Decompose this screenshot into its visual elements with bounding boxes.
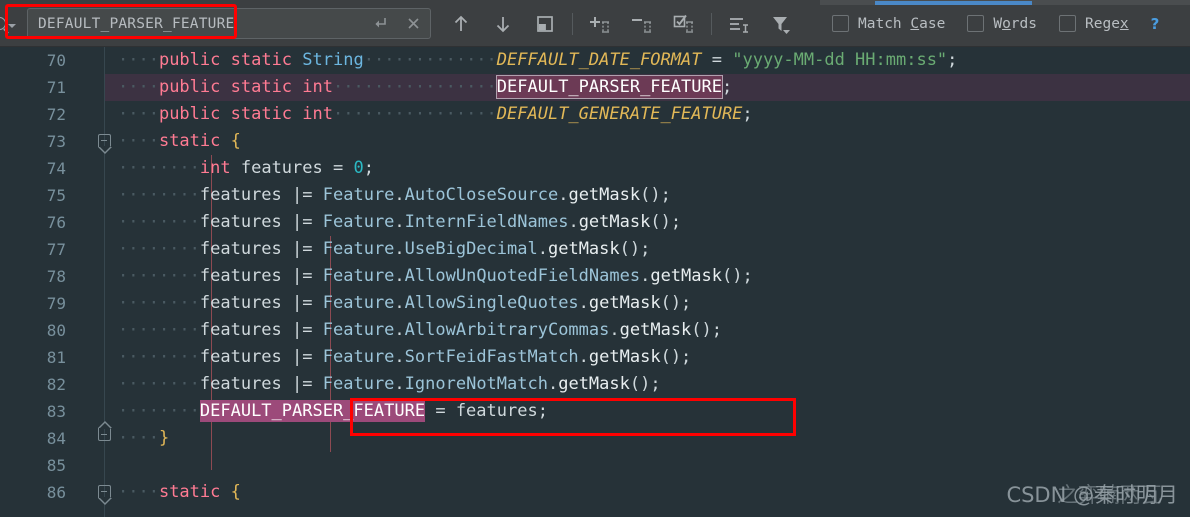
search-icon[interactable] bbox=[0, 12, 27, 34]
words-checkbox[interactable]: Words bbox=[967, 15, 1037, 32]
code-line[interactable] bbox=[105, 452, 1190, 479]
regex-label: Regex bbox=[1085, 15, 1129, 32]
checkbox-box[interactable] bbox=[832, 15, 849, 32]
line-number: 82 bbox=[46, 375, 66, 394]
code-line[interactable]: ········features |= Feature.AllowArbitra… bbox=[105, 317, 1190, 344]
select-all-column-button[interactable] bbox=[663, 0, 705, 47]
chevron-down-icon[interactable] bbox=[8, 24, 16, 28]
line-number-row: 85 bbox=[0, 452, 104, 479]
line-number: 80 bbox=[46, 321, 66, 340]
line-number-row: 79 bbox=[0, 290, 104, 317]
code-line[interactable]: ····public static int················DEF… bbox=[105, 101, 1190, 128]
line-number-row: 84 bbox=[0, 425, 104, 452]
find-toolbar: DEFAULT_PARSER_FEATURE Match Case Words … bbox=[0, 0, 1190, 47]
line-number-row: 81 bbox=[0, 344, 104, 371]
return-arrow-icon[interactable] bbox=[362, 9, 396, 38]
line-number-row: 75 bbox=[0, 182, 104, 209]
code-line[interactable]: ····static { bbox=[105, 128, 1190, 155]
code-line[interactable]: ········features |= Feature.AllowSingleQ… bbox=[105, 290, 1190, 317]
line-number-row: 80 bbox=[0, 317, 104, 344]
magnifier-glyph bbox=[0, 16, 6, 30]
code-line[interactable]: ····} bbox=[105, 425, 1190, 452]
code-line[interactable]: ········features |= Feature.AutoCloseSou… bbox=[105, 182, 1190, 209]
line-number: 79 bbox=[46, 294, 66, 313]
close-icon[interactable] bbox=[396, 9, 430, 38]
line-number-row: 76 bbox=[0, 209, 104, 236]
line-number-row: 72 bbox=[0, 101, 104, 128]
funnel-icon[interactable] bbox=[760, 0, 802, 47]
code-line[interactable]: ········features |= Feature.AllowUnQuote… bbox=[105, 263, 1190, 290]
code-line[interactable]: ········DEFAULT_PARSER_FEATURE = feature… bbox=[105, 398, 1190, 425]
line-number-row: 74 bbox=[0, 155, 104, 182]
checkbox-box[interactable] bbox=[1059, 15, 1076, 32]
code-line[interactable]: ········features |= Feature.IgnoreNotMat… bbox=[105, 371, 1190, 398]
line-number-row: 71 bbox=[0, 74, 104, 101]
line-number-row: 83 bbox=[0, 398, 104, 425]
line-number: 85 bbox=[46, 456, 66, 475]
regex-checkbox[interactable]: Regex bbox=[1059, 15, 1129, 32]
code-line[interactable]: ····public static String·············DEF… bbox=[105, 47, 1190, 74]
checkbox-box[interactable] bbox=[967, 15, 985, 32]
code-line[interactable]: ········int features = 0; bbox=[105, 155, 1190, 182]
select-all-occurrences-button[interactable] bbox=[524, 0, 566, 47]
regex-help-icon[interactable]: ? bbox=[1151, 15, 1160, 33]
line-number-row: 70 bbox=[0, 47, 104, 74]
code-editor[interactable]: 70 71 72 73 74 75 76 77 78 79 80 81 82 8… bbox=[0, 47, 1190, 517]
preserve-case-button[interactable] bbox=[718, 0, 760, 47]
line-number: 72 bbox=[46, 105, 66, 124]
add-selection-next-button[interactable] bbox=[579, 0, 621, 47]
line-number-row: 77 bbox=[0, 236, 104, 263]
match-case-checkbox[interactable]: Match Case bbox=[832, 15, 945, 32]
code-line[interactable]: ········features |= Feature.InternFieldN… bbox=[105, 209, 1190, 236]
find-next-button[interactable] bbox=[482, 0, 524, 47]
line-number: 81 bbox=[46, 348, 66, 367]
code-lines[interactable]: ····public static String·············DEF… bbox=[105, 47, 1190, 517]
line-number: 70 bbox=[46, 51, 66, 70]
search-options: Match Case Words Regex ? bbox=[832, 0, 1159, 47]
words-label: Words bbox=[993, 15, 1037, 32]
line-number: 73 bbox=[46, 132, 66, 151]
search-input-value[interactable]: DEFAULT_PARSER_FEATURE bbox=[28, 16, 362, 32]
line-number: 78 bbox=[46, 267, 66, 286]
line-number: 74 bbox=[46, 159, 66, 178]
line-number: 86 bbox=[46, 483, 66, 502]
line-number-row: 82 bbox=[0, 371, 104, 398]
toolbar-divider bbox=[711, 12, 712, 35]
line-number: 83 bbox=[46, 402, 66, 421]
code-line[interactable]: ····static { bbox=[105, 479, 1190, 506]
line-number-row: 73 bbox=[0, 128, 104, 155]
line-number: 75 bbox=[46, 186, 66, 205]
search-input[interactable]: DEFAULT_PARSER_FEATURE bbox=[27, 8, 431, 39]
ide-find-replace-screen: DEFAULT_PARSER_FEATURE Match Case Words … bbox=[0, 0, 1190, 517]
code-line[interactable]: ····public static int················DEF… bbox=[105, 74, 1190, 101]
match-case-label: Match Case bbox=[858, 15, 946, 32]
line-number-row: 86 bbox=[0, 479, 104, 506]
code-line[interactable]: ········features |= Feature.UseBigDecima… bbox=[105, 236, 1190, 263]
line-number-row: 78 bbox=[0, 263, 104, 290]
remove-selection-button[interactable] bbox=[621, 0, 663, 47]
find-toolbar-buttons bbox=[440, 0, 802, 47]
line-number: 71 bbox=[46, 78, 66, 97]
code-line[interactable]: ········features |= Feature.SortFeidFast… bbox=[105, 344, 1190, 371]
line-number: 76 bbox=[46, 213, 66, 232]
find-previous-button[interactable] bbox=[440, 0, 482, 47]
toolbar-divider bbox=[572, 12, 573, 35]
line-number: 77 bbox=[46, 240, 66, 259]
line-number: 84 bbox=[46, 429, 66, 448]
